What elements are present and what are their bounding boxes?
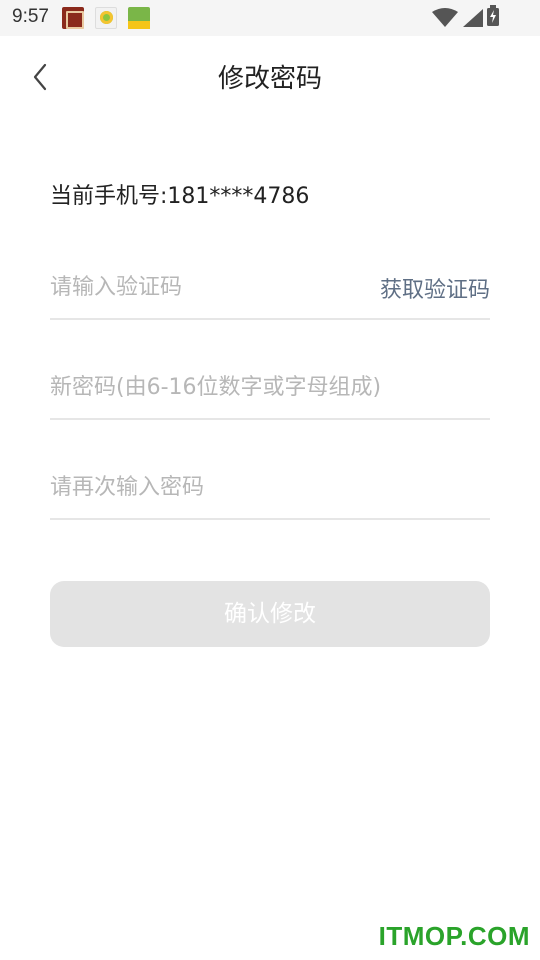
new-password-input[interactable] bbox=[50, 358, 490, 416]
app-notification-icon-3 bbox=[128, 7, 150, 29]
watermark: ITMOP.COM bbox=[378, 921, 530, 951]
new-password-field bbox=[50, 358, 490, 420]
current-phone-number: 当前手机号:181****4786 bbox=[50, 184, 310, 209]
confirm-change-button[interactable]: 确认修改 bbox=[50, 581, 490, 647]
app-notification-icon-1 bbox=[62, 7, 84, 29]
app-notification-icon-2 bbox=[95, 7, 117, 29]
navigation-bar: 修改密码 bbox=[0, 36, 540, 120]
confirm-password-input[interactable] bbox=[50, 458, 490, 516]
page-title: 修改密码 bbox=[217, 64, 322, 94]
status-bar: 9:57 bbox=[0, 0, 540, 36]
confirm-password-field bbox=[50, 458, 490, 520]
signal-icon bbox=[463, 9, 483, 27]
get-code-button[interactable]: 获取验证码 bbox=[380, 272, 490, 304]
wifi-icon bbox=[432, 8, 458, 27]
status-time: 9:57 bbox=[12, 6, 49, 27]
verification-code-input[interactable] bbox=[50, 258, 350, 316]
battery-charging-icon bbox=[487, 5, 499, 26]
verification-code-field: 获取验证码 bbox=[50, 258, 490, 320]
